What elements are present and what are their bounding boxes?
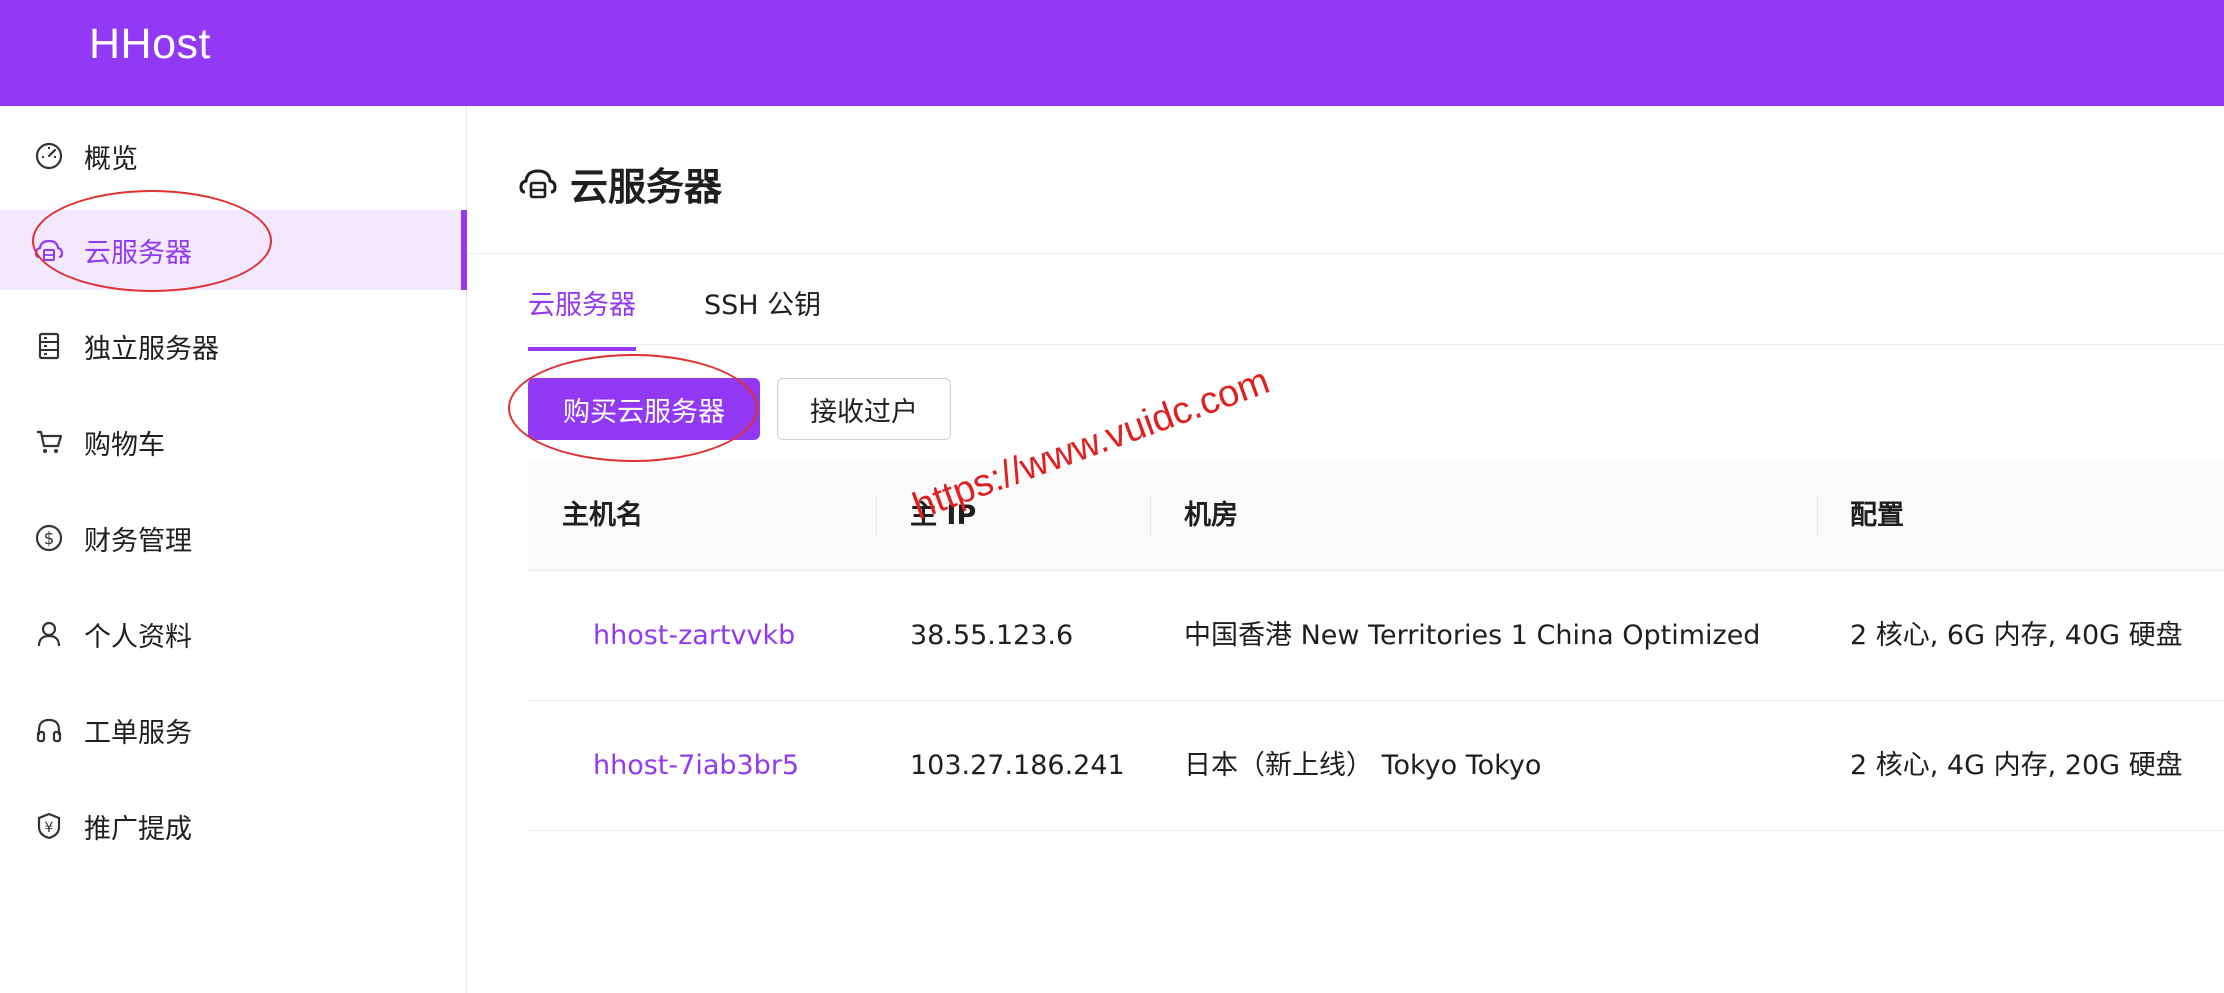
page-header: 云服务器 — [518, 158, 723, 209]
hostname-link[interactable]: hhost-zartvvkb — [593, 571, 795, 701]
cloud-server-icon — [519, 169, 557, 199]
sidebar-item-label: 购物车 — [84, 429, 165, 461]
tab-cloud-server[interactable]: 云服务器 — [528, 272, 636, 351]
main-content: 云服务器 云服务器 SSH 公钥 购买云服务器 接收过户 主机名 主 IP 机房… — [468, 106, 2224, 993]
config-cell: 2 核心, 6G 内存, 40G 硬盘 — [1850, 620, 2183, 651]
tab-ssh-keys[interactable]: SSH 公钥 — [704, 272, 821, 351]
sidebar-item-label: 独立服务器 — [84, 333, 219, 365]
ip-cell: 103.27.186.241 — [910, 750, 1125, 781]
datacenter-cell: 日本（新上线） Tokyo Tokyo — [1184, 750, 1542, 781]
divider — [468, 253, 2224, 254]
config-cell: 2 核心, 4G 内存, 20G 硬盘 — [1850, 750, 2183, 781]
svg-text:¥: ¥ — [45, 820, 54, 836]
cloud-server-icon — [34, 235, 64, 265]
table-row: hhost-zartvvkb 38.55.123.6 中国香港 New Terr… — [528, 571, 2224, 701]
headset-icon — [34, 715, 64, 745]
column-header-datacenter[interactable]: 机房 — [1184, 461, 1238, 571]
dollar-circle-icon: $ — [34, 523, 64, 553]
buy-cloud-server-button[interactable]: 购买云服务器 — [528, 378, 760, 440]
sidebar-item-cart[interactable]: 购物车 — [0, 402, 467, 482]
table-header: 主机名 主 IP 机房 配置 — [528, 461, 2224, 571]
sidebar-item-profile[interactable]: 个人资料 — [0, 594, 467, 674]
svg-text:$: $ — [44, 529, 55, 549]
column-header-config[interactable]: 配置 — [1850, 461, 1904, 571]
column-header-hostname[interactable]: 主机名 — [562, 461, 643, 571]
server-rack-icon — [34, 331, 64, 361]
sidebar-item-label: 概览 — [84, 143, 138, 175]
sidebar-item-affiliate[interactable]: ¥ 推广提成 — [0, 786, 467, 866]
dashboard-icon — [34, 141, 64, 171]
divider — [528, 344, 2224, 345]
cart-icon — [34, 427, 64, 457]
sidebar-item-cloud-server[interactable]: 云服务器 — [0, 210, 467, 290]
sidebar-item-dedicated-server[interactable]: 独立服务器 — [0, 306, 467, 386]
yen-badge-icon: ¥ — [34, 811, 64, 841]
sidebar-item-overview[interactable]: 概览 — [0, 116, 467, 196]
sidebar-item-finance[interactable]: $ 财务管理 — [0, 498, 467, 578]
top-bar: HHost — [0, 0, 2224, 106]
column-divider — [876, 496, 877, 536]
hostname-link[interactable]: hhost-7iab3br5 — [593, 701, 799, 831]
column-divider — [1817, 496, 1818, 536]
app-logo[interactable]: HHost — [89, 20, 211, 69]
ip-cell: 38.55.123.6 — [910, 620, 1074, 651]
datacenter-cell: 中国香港 New Territories 1 China Optimized — [1184, 620, 1761, 651]
table-row: hhost-7iab3br5 103.27.186.241 日本（新上线） To… — [528, 701, 2224, 831]
sidebar: 概览 云服务器 独立服务器 购物车 $ 财务管理 个人资料 工单服务 ¥ 推广提… — [0, 106, 467, 993]
accept-transfer-button[interactable]: 接收过户 — [777, 378, 951, 440]
column-divider — [1150, 496, 1151, 536]
user-icon — [34, 619, 64, 649]
page-title: 云服务器 — [570, 164, 723, 209]
sidebar-item-label: 工单服务 — [84, 717, 192, 749]
sidebar-item-label: 个人资料 — [84, 621, 192, 653]
sidebar-item-label: 云服务器 — [84, 237, 192, 269]
sidebar-item-label: 推广提成 — [84, 813, 192, 845]
sidebar-item-tickets[interactable]: 工单服务 — [0, 690, 467, 770]
sidebar-item-label: 财务管理 — [84, 525, 192, 557]
